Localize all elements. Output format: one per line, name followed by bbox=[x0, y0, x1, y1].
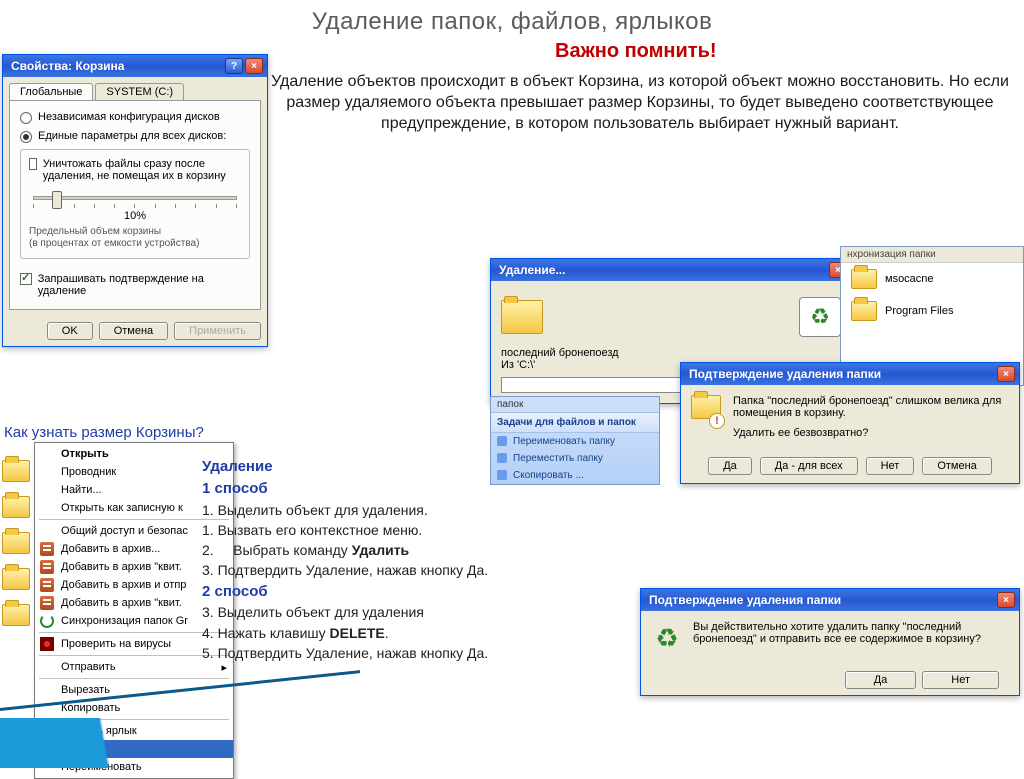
dlg-big-title: Подтверждение удаления папки bbox=[689, 367, 881, 381]
task-pane: папок Задачи для файлов и папок Переимен… bbox=[490, 396, 660, 485]
explorer-item-label: мsocacne bbox=[885, 273, 934, 285]
method2: 2 способ bbox=[202, 581, 642, 603]
apply-button: Применить bbox=[174, 322, 261, 340]
folder-icon bbox=[851, 269, 877, 289]
chk-confirm[interactable] bbox=[20, 273, 32, 285]
help-button[interactable]: ? bbox=[225, 58, 243, 74]
explorer-item[interactable]: мsocacne bbox=[841, 263, 1023, 295]
slide-title: Удаление папок, файлов, ярлыков bbox=[0, 0, 1024, 36]
no-button[interactable]: Нет bbox=[922, 671, 999, 689]
dlg-delete-title: Удаление... bbox=[499, 263, 565, 277]
folder-icon bbox=[2, 460, 30, 482]
archive-icon bbox=[40, 578, 54, 592]
folder-icon bbox=[2, 568, 30, 590]
dlg-confirm-title: Подтверждение удаления папки bbox=[649, 593, 841, 607]
radio-shared-label: Единые параметры для всех дисков: bbox=[38, 130, 226, 142]
archive-icon bbox=[40, 596, 54, 610]
chk-destroy[interactable] bbox=[29, 158, 37, 170]
titlebar[interactable]: Свойства: Корзина ? × bbox=[3, 55, 267, 77]
confirm-big-dialog: Подтверждение удаления папки × Папка "по… bbox=[680, 362, 1020, 484]
folder-icon bbox=[501, 300, 543, 334]
dlg-big-line2: Удалить ее безвозвратно? bbox=[733, 427, 1009, 439]
recycle-properties-window: Свойства: Корзина ? × Глобальные SYSTEM … bbox=[2, 54, 268, 347]
close-icon[interactable]: × bbox=[997, 366, 1015, 382]
dlg-big-line1: Папка "последний бронепоезд" слишком вел… bbox=[733, 395, 1009, 419]
archive-icon bbox=[40, 560, 54, 574]
tab-systemc[interactable]: SYSTEM (C:) bbox=[95, 83, 184, 100]
step: 1. Вызвать его контекстное меню. bbox=[202, 520, 642, 540]
step: 2. Выбрать команду Удалить bbox=[202, 540, 642, 560]
taskpane-heading: Задачи для файлов и папок bbox=[491, 413, 659, 433]
folder-icon bbox=[2, 604, 30, 626]
slider-percent: 10% bbox=[29, 210, 241, 222]
size-slider[interactable] bbox=[33, 196, 237, 200]
recycle-icon bbox=[651, 621, 683, 655]
folder-icon bbox=[851, 301, 877, 321]
file-name: последний бронепоезд bbox=[501, 347, 841, 359]
bg-folders bbox=[2, 460, 32, 640]
yes-button[interactable]: Да bbox=[845, 671, 917, 689]
yes-all-button[interactable]: Да - для всех bbox=[760, 457, 858, 475]
archive-icon bbox=[40, 542, 54, 556]
virus-icon bbox=[40, 637, 54, 651]
limit-note: (в процентах от емкости устройства) bbox=[29, 238, 199, 249]
limit-label: Предельный объем корзины bbox=[29, 226, 161, 237]
step: 5. Подтвердить Удаление, нажав кнопку Да… bbox=[202, 643, 642, 663]
window-title: Свойства: Корзина bbox=[11, 59, 124, 73]
step: 1. Выделить объект для удаления. bbox=[202, 500, 642, 520]
main-paragraph: Удаление объектов происходит в объект Ко… bbox=[270, 72, 1010, 134]
task-copy[interactable]: Скопировать ... bbox=[491, 467, 659, 484]
taskpane-top: папок bbox=[491, 397, 659, 413]
deletion-steps: Удаление 1 способ 1. Выделить объект для… bbox=[202, 456, 642, 663]
folder-icon bbox=[2, 496, 30, 518]
question-text: Как узнать размер Корзины? bbox=[4, 424, 204, 441]
important-heading: Важно помнить! bbox=[555, 40, 717, 63]
confirm-delete-dialog: Подтверждение удаления папки × Вы действ… bbox=[640, 588, 1020, 696]
radio-shared[interactable] bbox=[20, 131, 32, 143]
task-rename[interactable]: Переименовать папку bbox=[491, 433, 659, 450]
close-button[interactable]: × bbox=[245, 58, 263, 74]
cancel-button[interactable]: Отмена bbox=[99, 322, 168, 340]
explorer-item[interactable]: Program Files bbox=[841, 295, 1023, 327]
folder-icon bbox=[2, 532, 30, 554]
no-button[interactable]: Нет bbox=[866, 457, 915, 475]
step: 4. Нажать клавишу DELETE. bbox=[202, 623, 642, 643]
slider-thumb[interactable] bbox=[52, 191, 62, 209]
warning-folder-icon bbox=[691, 395, 723, 427]
recycle-icon bbox=[799, 297, 841, 337]
explorer-item-label: Program Files bbox=[885, 305, 953, 317]
tab-global[interactable]: Глобальные bbox=[9, 83, 93, 100]
explorer-toolbar: нхронизация папки bbox=[841, 247, 1023, 263]
sync-icon bbox=[40, 614, 54, 628]
task-move[interactable]: Переместить папку bbox=[491, 450, 659, 467]
close-icon[interactable]: × bbox=[997, 592, 1015, 608]
chk-destroy-label: Уничтожать файлы сразу после удаления, н… bbox=[43, 158, 241, 182]
step: 3. Выделить объект для удаления bbox=[202, 602, 642, 622]
chk-confirm-label: Запрашивать подтверждение на удаление bbox=[38, 273, 250, 297]
ok-button[interactable]: OK bbox=[47, 322, 93, 340]
yes-button[interactable]: Да bbox=[708, 457, 752, 475]
radio-independent-label: Независимая конфигурация дисков bbox=[38, 111, 220, 123]
dlg-confirm-msg: Вы действительно хотите удалить папку "п… bbox=[693, 621, 1009, 655]
step: 3. Подтвердить Удаление, нажав кнопку Да… bbox=[202, 560, 642, 580]
cancel-button[interactable]: Отмена bbox=[922, 457, 991, 475]
radio-independent[interactable] bbox=[20, 112, 32, 124]
